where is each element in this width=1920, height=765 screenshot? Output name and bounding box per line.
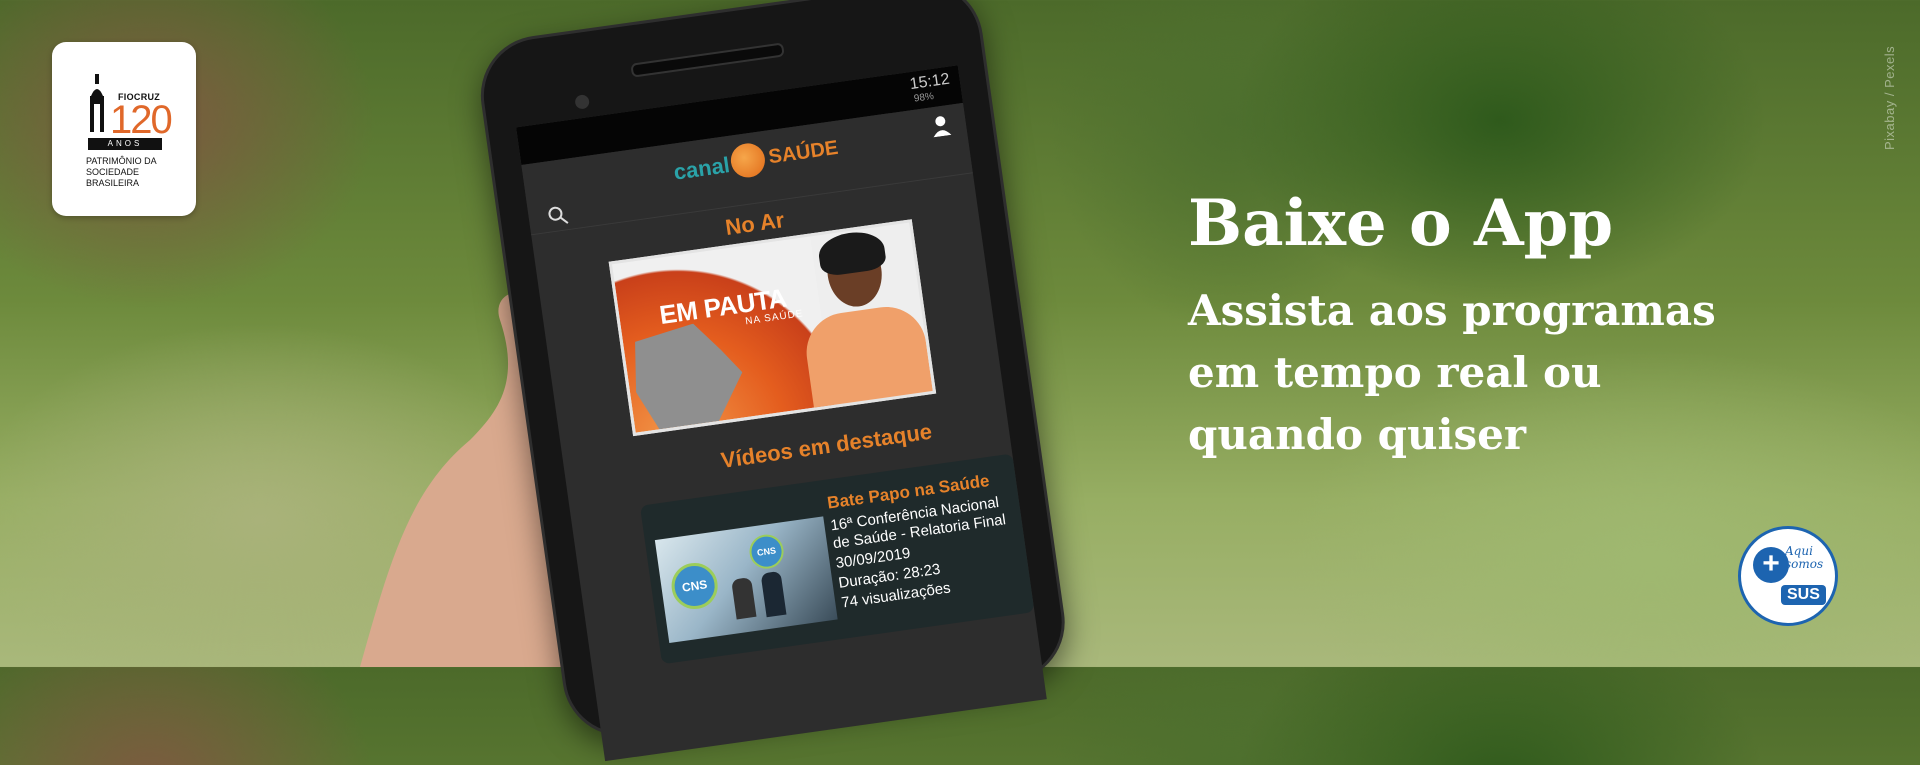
subheadline: Assista aos programas em tempo real ou q… [1188, 286, 1716, 459]
featured-video-card[interactable]: CNS CNS Bate Papo na Saúde 16ª Conferênc… [639, 453, 1035, 665]
app-screen: 15:12 98% canal SAÚDE No Ar EM PAUTA NA … [516, 65, 1047, 762]
phone-mockup: 15:12 98% canal SAÚDE No Ar EM PAUTA NA … [473, 0, 1204, 762]
fiocruz-120-number: 120 [110, 98, 173, 142]
guest-figure [731, 577, 757, 620]
featured-video-thumbnail[interactable]: CNS CNS [654, 516, 838, 644]
phone-camera [574, 94, 591, 110]
aqui-somos-sus-logo: + Aqui somos SUS [1738, 526, 1838, 626]
fiocruz-subtitle: PATRIMÔNIO DA SOCIEDADE BRASILEIRA [86, 156, 157, 188]
status-battery: 98% [913, 90, 935, 105]
fiocruz-120-logo: FIOCRUZ 120 ANOS PATRIMÔNIO DA SOCIEDADE… [52, 42, 196, 216]
live-video-thumbnail[interactable]: EM PAUTA NA SAÚDE [608, 219, 937, 437]
app-logo-saude: SAÚDE [767, 136, 840, 169]
fiocruz-anos: ANOS [88, 138, 162, 150]
photo-credit: Pixabay / Pexels [1882, 45, 1897, 150]
phone-body: 15:12 98% canal SAÚDE No Ar EM PAUTA NA … [473, 0, 1073, 762]
tower-icon [90, 74, 104, 132]
cns-logo-small: CNS [747, 532, 786, 571]
host-figure [760, 570, 787, 618]
plus-icon: + [1753, 547, 1789, 583]
sus-label: SUS [1781, 585, 1826, 605]
phone-speaker [630, 42, 785, 78]
search-icon[interactable] [545, 203, 570, 228]
headline: Baixe o App [1188, 186, 1614, 261]
app-logo-mark [728, 141, 768, 180]
cns-logo: CNS [668, 559, 721, 612]
app-logo-canal: canal [672, 152, 732, 185]
aqui-somos-text: Aqui somos [1785, 544, 1824, 571]
user-icon[interactable] [928, 113, 953, 138]
